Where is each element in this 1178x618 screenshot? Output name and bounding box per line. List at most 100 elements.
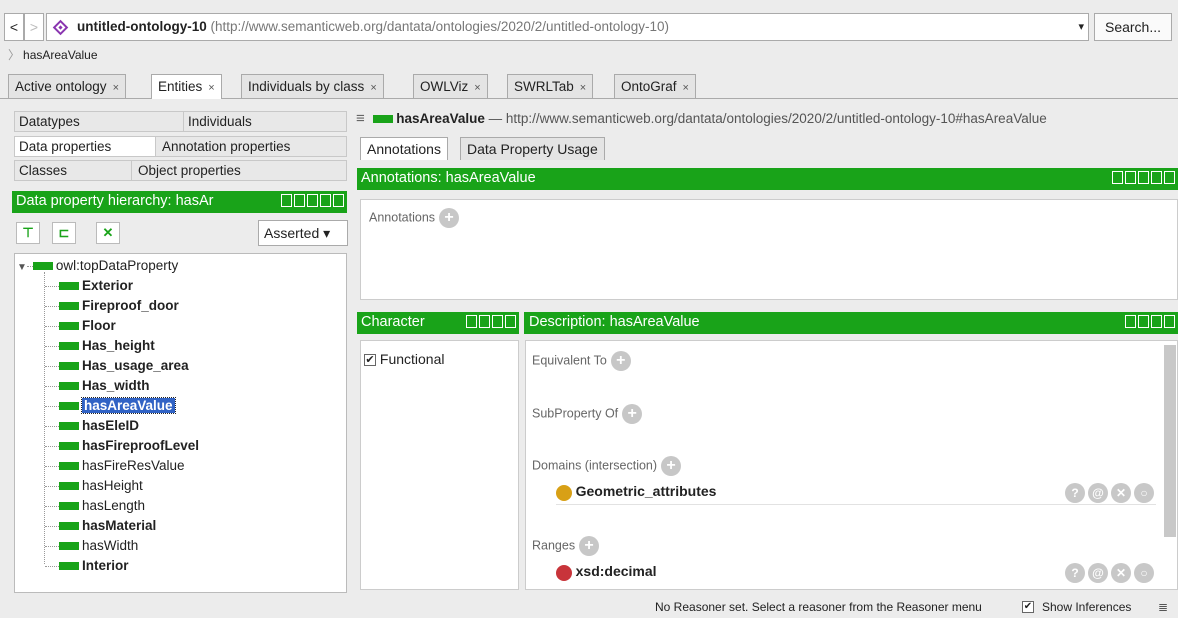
functional-checkbox[interactable]: ✔ <box>364 354 376 367</box>
property-tree[interactable]: ▼ owl:topDataProperty Exterior Fireproof_d… <box>14 253 347 593</box>
add-sibling-icon[interactable]: ⊏ <box>52 222 76 244</box>
tree-item[interactable]: hasAreaValue <box>59 396 176 416</box>
edit-icon[interactable]: ○ <box>1134 483 1154 503</box>
expand-icon[interactable]: ▼ <box>17 262 27 273</box>
close-icon[interactable]: × <box>683 82 689 94</box>
tab-swrltab[interactable]: SWRLTab × <box>507 74 594 98</box>
tree-item[interactable]: hasLength <box>59 496 145 516</box>
delete-icon[interactable]: ✕ <box>1111 483 1131 503</box>
split-vertical-icon[interactable] <box>294 194 305 207</box>
tab-active-ontology[interactable]: Active ontology × <box>8 74 126 98</box>
back-button[interactable]: < <box>4 13 24 41</box>
tree-item-label: hasWidth <box>82 538 139 553</box>
help-icon[interactable] <box>281 194 292 207</box>
tree-item[interactable]: Has_usage_area <box>59 356 189 376</box>
maximize-icon[interactable] <box>320 194 331 207</box>
functional-row[interactable]: ✔ Functional <box>364 351 444 367</box>
description-header: Description: hasAreaValue <box>524 312 1178 334</box>
tree-item[interactable]: Has_height <box>59 336 155 356</box>
menu-icon[interactable]: ≡ <box>356 110 365 127</box>
tree-item[interactable]: hasFireResValue <box>59 456 185 476</box>
asserted-dropdown[interactable]: Asserted ▾ <box>258 220 348 246</box>
close-icon[interactable]: × <box>370 82 376 94</box>
delete-icon[interactable]: ✕ <box>1111 563 1131 583</box>
maximize-icon[interactable] <box>492 315 503 328</box>
tab-owlviz[interactable]: OWLViz × <box>413 74 488 98</box>
add-subproperty-icon[interactable]: ⊤ <box>16 222 40 244</box>
tree-item[interactable]: Floor <box>59 316 116 336</box>
tab-datatypes[interactable]: Datatypes <box>14 111 184 132</box>
close-icon[interactable]: × <box>208 82 214 94</box>
breadcrumb-item[interactable]: hasAreaValue <box>23 48 98 62</box>
split-vertical-icon[interactable] <box>466 315 477 328</box>
split-horizontal-icon[interactable] <box>307 194 318 207</box>
close-icon[interactable]: × <box>113 82 119 94</box>
tree-item[interactable]: hasEleID <box>59 416 139 436</box>
close-icon[interactable]: × <box>580 82 586 94</box>
add-range-icon[interactable]: + <box>579 536 600 556</box>
tab-annotation-properties[interactable]: Annotation properties <box>155 136 347 157</box>
split-vertical-icon[interactable] <box>1125 315 1136 328</box>
tree-item[interactable]: Fireproof_door <box>59 296 179 316</box>
maximize-icon[interactable] <box>1151 315 1162 328</box>
maximize-icon[interactable] <box>1151 171 1162 184</box>
annotate-icon[interactable]: @ <box>1088 483 1108 503</box>
domain-item[interactable]: Geometric_attributes ? @ ✕ ○ <box>556 483 1156 505</box>
close-view-icon[interactable] <box>505 315 516 328</box>
tab-entities[interactable]: Entities × <box>151 74 222 99</box>
scrollbar[interactable] <box>1164 345 1176 537</box>
help-icon[interactable] <box>1112 171 1123 184</box>
view-controls <box>466 315 516 328</box>
split-vertical-icon[interactable] <box>1125 171 1136 184</box>
property-icon <box>59 342 79 351</box>
tree-item[interactable]: Exterior <box>59 276 133 296</box>
tree-item[interactable]: Has_width <box>59 376 150 396</box>
edit-icon[interactable]: ○ <box>1134 563 1154 583</box>
explain-icon[interactable]: ? <box>1065 483 1085 503</box>
tree-item[interactable]: hasMaterial <box>59 516 156 536</box>
show-inferences-checkbox[interactable]: ✔ <box>1022 601 1034 613</box>
add-domain-icon[interactable]: + <box>661 456 682 476</box>
tree-item[interactable]: Interior <box>59 556 129 576</box>
split-horizontal-icon[interactable] <box>479 315 490 328</box>
ontology-selector[interactable]: untitled-ontology-10 (http://www.semanti… <box>46 13 1089 41</box>
tab-individuals[interactable]: Individuals <box>183 111 347 132</box>
split-horizontal-icon[interactable] <box>1138 171 1149 184</box>
close-icon[interactable]: × <box>474 82 480 94</box>
add-equivalent-icon[interactable]: + <box>610 351 631 371</box>
delete-property-icon[interactable]: ✕ <box>96 222 120 244</box>
menu-icon[interactable]: ≣ <box>1158 596 1168 618</box>
tree-item[interactable]: hasHeight <box>59 476 143 496</box>
tree-item[interactable]: hasFireproofLevel <box>59 436 199 456</box>
annotations-title: Annotations: hasAreaValue <box>361 170 536 186</box>
add-subproperty-of-icon[interactable]: + <box>622 404 643 424</box>
property-icon <box>59 302 79 311</box>
explain-icon[interactable]: ? <box>1065 563 1085 583</box>
datatype-icon <box>556 564 572 581</box>
range-item[interactable]: xsd:decimal ? @ ✕ ○ <box>556 563 1156 585</box>
annotate-icon[interactable]: @ <box>1088 563 1108 583</box>
tab-data-property-usage[interactable]: Data Property Usage <box>460 137 605 160</box>
tab-ontograf[interactable]: OntoGraf × <box>614 74 696 98</box>
annotations-panel: Annotations + <box>360 199 1178 300</box>
chevron-down-icon[interactable]: ▾ <box>1078 14 1084 40</box>
forward-button[interactable]: > <box>24 13 44 41</box>
tab-data-properties[interactable]: Data properties <box>14 136 156 157</box>
ontology-name: untitled-ontology-10 <box>77 19 207 34</box>
tree-item-label: Interior <box>82 558 129 573</box>
property-icon <box>59 382 79 391</box>
close-view-icon[interactable] <box>333 194 344 207</box>
tab-individuals-by-class[interactable]: Individuals by class × <box>241 74 384 98</box>
add-annotation-icon[interactable]: + <box>439 208 460 228</box>
tree-root[interactable]: ▼ owl:topDataProperty <box>17 256 178 276</box>
close-view-icon[interactable] <box>1164 171 1175 184</box>
split-horizontal-icon[interactable] <box>1138 315 1149 328</box>
tab-classes[interactable]: Classes <box>14 160 132 181</box>
breadcrumb[interactable]: 〉 hasAreaValue <box>8 46 98 63</box>
tab-object-properties[interactable]: Object properties <box>131 160 347 181</box>
tab-annotations[interactable]: Annotations <box>360 137 448 160</box>
search-button[interactable]: Search... <box>1094 13 1172 41</box>
close-view-icon[interactable] <box>1164 315 1175 328</box>
tree-item[interactable]: hasWidth <box>59 536 138 556</box>
tree-item-label: Has_usage_area <box>82 358 189 373</box>
